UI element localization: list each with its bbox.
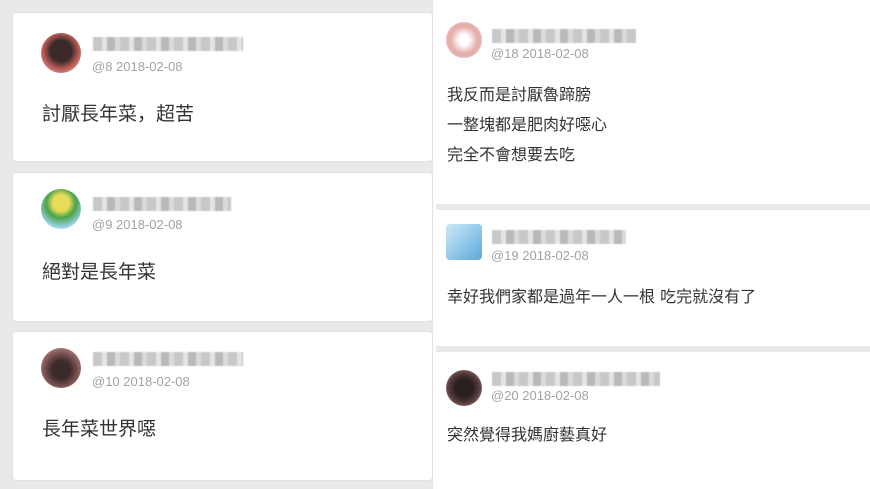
comment-card-10: @10 2018-02-08 長年菜世界噁 (12, 331, 433, 481)
comment-card-18: @18 2018-02-08 我反而是討厭魯蹄膀 一整塊都是肥肉好噁心 完全不會… (436, 0, 870, 210)
right-comment-column: @18 2018-02-08 我反而是討厭魯蹄膀 一整塊都是肥肉好噁心 完全不會… (436, 0, 870, 489)
floor-and-date: @8 2018-02-08 (92, 59, 183, 74)
user-avatar[interactable] (446, 22, 482, 58)
floor-and-date: @18 2018-02-08 (491, 46, 589, 61)
comment-text-line-1: 我反而是討厭魯蹄膀 (447, 85, 592, 104)
floor-and-date: @9 2018-02-08 (92, 217, 183, 232)
comment-text: 長年菜世界噁 (42, 418, 157, 440)
comment-card-9: @9 2018-02-08 絕對是長年菜 (12, 172, 433, 322)
floor-and-date: @20 2018-02-08 (491, 388, 589, 403)
blurred-username[interactable] (492, 29, 636, 43)
comment-card-20: @20 2018-02-08 突然覺得我媽廚藝真好 (436, 352, 870, 489)
left-comment-column: @8 2018-02-08 討厭長年菜，超苦 @9 2018-02-08 絕對是… (0, 0, 433, 489)
comment-card-8: @8 2018-02-08 討厭長年菜，超苦 (12, 12, 433, 162)
comment-text: 絕對是長年菜 (42, 261, 157, 283)
comment-text: 討厭長年菜，超苦 (42, 103, 195, 125)
blurred-username[interactable] (492, 372, 660, 386)
blurred-username[interactable] (93, 197, 231, 211)
user-avatar[interactable] (41, 348, 81, 388)
comment-text-line-3: 完全不會想要去吃 (447, 145, 576, 164)
comment-text-line-2: 一整塊都是肥肉好噁心 (447, 115, 608, 134)
comment-text: 突然覺得我媽廚藝真好 (447, 425, 608, 444)
blurred-username[interactable] (93, 352, 243, 366)
user-avatar[interactable] (446, 370, 482, 406)
floor-and-date: @10 2018-02-08 (92, 374, 190, 389)
comment-card-19: @19 2018-02-08 幸好我們家都是過年一人一根 吃完就沒有了 (436, 210, 870, 352)
user-avatar[interactable] (41, 189, 81, 229)
blurred-username[interactable] (93, 37, 243, 51)
comment-text: 幸好我們家都是過年一人一根 吃完就沒有了 (447, 287, 757, 306)
floor-and-date: @19 2018-02-08 (491, 248, 589, 263)
user-avatar[interactable] (41, 33, 81, 73)
user-avatar[interactable] (446, 224, 482, 260)
blurred-username[interactable] (492, 230, 626, 244)
